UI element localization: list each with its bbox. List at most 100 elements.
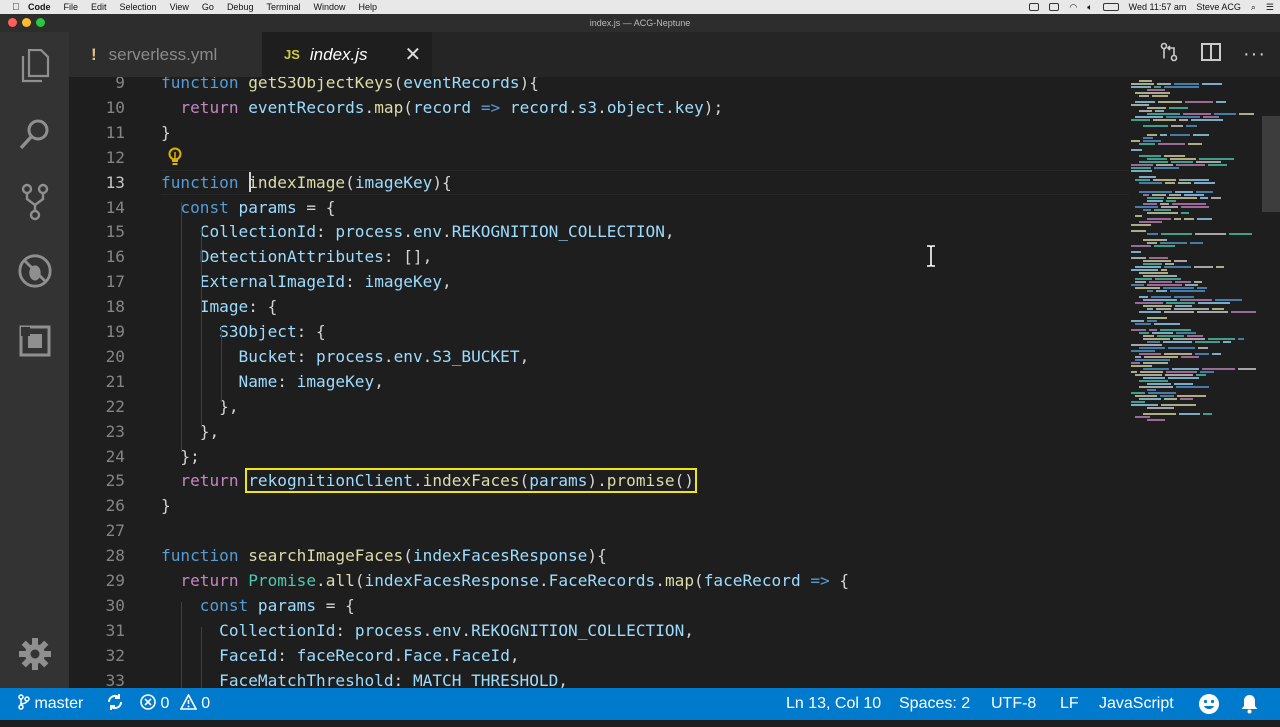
spotlight-search-icon[interactable]: ⌕ xyxy=(1251,2,1256,13)
minimap-line xyxy=(1131,149,1142,151)
menu-go[interactable]: Go xyxy=(202,2,214,12)
search-icon[interactable] xyxy=(17,116,53,152)
menu-help[interactable]: Help xyxy=(359,2,378,12)
menu-selection[interactable]: Selection xyxy=(120,2,157,12)
minimap[interactable] xyxy=(1131,80,1261,430)
line-number: 24 xyxy=(105,446,125,466)
extensions-icon[interactable] xyxy=(17,323,53,359)
zoom-window-button[interactable] xyxy=(36,18,45,27)
minimap-line xyxy=(1166,371,1197,373)
close-tab-icon[interactable]: ✕ xyxy=(405,42,422,67)
code-line[interactable]: 24 }; xyxy=(69,444,1129,469)
code-line[interactable]: 19 S3Object: { xyxy=(69,319,1129,344)
minimap-line xyxy=(1155,110,1164,112)
minimap-line xyxy=(1143,368,1169,370)
display-icon[interactable] xyxy=(1049,3,1060,11)
code-line[interactable]: 25 return rekognitionClient.indexFaces(p… xyxy=(69,468,1129,494)
minimap-line xyxy=(1202,368,1235,370)
code-line[interactable]: 31 CollectionId: process.env.REKOGNITION… xyxy=(69,618,1129,643)
code-line[interactable]: 10 return eventRecords.map(record => rec… xyxy=(69,95,1129,120)
menu-edit[interactable]: Edit xyxy=(91,2,107,12)
split-editor-icon[interactable] xyxy=(1201,43,1222,66)
minimize-window-button[interactable] xyxy=(22,18,31,27)
error-count: 0 xyxy=(160,695,170,712)
file-encoding[interactable]: UTF-8 xyxy=(991,688,1036,720)
code-token: . xyxy=(442,222,452,242)
more-actions-icon[interactable]: ··· xyxy=(1243,43,1266,66)
code-text: function indexImage(imageKey){ xyxy=(161,170,452,195)
code-line[interactable]: 12 xyxy=(69,145,1129,170)
code-token: . xyxy=(597,97,607,117)
menubar-clock[interactable]: Wed 11:57 am xyxy=(1129,2,1187,12)
menu-debug[interactable]: Debug xyxy=(227,2,254,12)
volume-icon[interactable]: 🔈︎ xyxy=(1087,2,1092,13)
open-changes-icon[interactable] xyxy=(1159,42,1179,67)
code-line[interactable]: 11} xyxy=(69,120,1129,145)
notification-center-icon[interactable]: ☰ xyxy=(1266,2,1274,13)
debug-icon[interactable] xyxy=(17,253,53,289)
code-line[interactable]: 13 function indexImage(imageKey){ xyxy=(69,169,1129,195)
settings-gear-icon[interactable] xyxy=(17,636,53,672)
tab-serverless-yml[interactable]: ! serverless.yml xyxy=(69,32,262,77)
language-mode[interactable]: JavaScript xyxy=(1099,688,1174,720)
sync-icon[interactable] xyxy=(106,688,124,720)
minimap-line xyxy=(1181,212,1189,214)
code-line[interactable]: 14 const params = { xyxy=(69,195,1129,220)
code-line[interactable]: 18 Image: { xyxy=(69,294,1129,319)
code-line[interactable]: 9 function getS3ObjectKeys(eventRecords){ xyxy=(69,77,1129,95)
code-line[interactable]: 26} xyxy=(69,493,1129,518)
code-editor[interactable]: 9 function getS3ObjectKeys(eventRecords){… xyxy=(69,77,1280,688)
end-of-line[interactable]: LF xyxy=(1060,688,1079,720)
code-line[interactable]: 30 const params = { xyxy=(69,593,1129,618)
code-token: : xyxy=(277,371,297,391)
apple-logo-icon[interactable]:  xyxy=(12,2,28,13)
minimap-line xyxy=(1216,101,1226,103)
minimap-line xyxy=(1139,221,1162,223)
code-line[interactable]: 15 CollectionId: process.env.REKOGNITION… xyxy=(69,219,1129,244)
minimap-line xyxy=(1172,368,1199,370)
menu-app-name[interactable]: Code xyxy=(28,2,51,12)
cursor-position[interactable]: Ln 13, Col 10 xyxy=(786,688,881,720)
explorer-icon[interactable] xyxy=(17,48,53,84)
lightbulb-icon[interactable] xyxy=(167,147,183,171)
code-line[interactable]: 16 DetectionAttributes: [], xyxy=(69,244,1129,269)
code-line[interactable]: 21 Name: imageKey, xyxy=(69,369,1129,394)
minimap-line xyxy=(1175,281,1191,283)
minimap-line xyxy=(1139,161,1168,163)
code-line[interactable]: 33 FaceMatchThreshold: MATCH_THRESHOLD, xyxy=(69,668,1129,688)
minimap-line xyxy=(1148,392,1176,394)
code-line[interactable]: 20 Bucket: process.env.S3_BUCKET, xyxy=(69,344,1129,369)
code-line[interactable]: 17 ExternalImageId: imageKey, xyxy=(69,269,1129,294)
indentation-setting[interactable]: Spaces: 2 xyxy=(899,688,970,720)
screen-mirror-icon[interactable] xyxy=(1029,3,1040,11)
branch-indicator[interactable]: master xyxy=(18,688,83,720)
code-line[interactable]: 29 return Promise.all(indexFacesResponse… xyxy=(69,568,1129,593)
code-line[interactable]: 22 }, xyxy=(69,394,1129,419)
code-line[interactable]: 27 xyxy=(69,518,1129,543)
source-control-icon[interactable] xyxy=(17,183,53,221)
minimap-line xyxy=(1135,374,1162,376)
menu-file[interactable]: File xyxy=(64,2,79,12)
problems-indicator[interactable]: 0 0 xyxy=(140,688,210,720)
minimap-line xyxy=(1131,284,1144,286)
code-line[interactable]: 28 function searchImageFaces(indexFacesRe… xyxy=(69,543,1129,568)
code-token: }, xyxy=(161,421,220,441)
menu-window[interactable]: Window xyxy=(313,2,345,12)
feedback-smiley-icon[interactable] xyxy=(1198,693,1220,715)
menubar-user[interactable]: Steve ACG xyxy=(1196,2,1241,12)
notifications-bell-icon[interactable] xyxy=(1240,694,1259,714)
menu-terminal[interactable]: Terminal xyxy=(266,2,300,12)
menu-view[interactable]: View xyxy=(170,2,189,12)
minimap-line xyxy=(1140,371,1163,373)
vertical-scrollbar-thumb[interactable] xyxy=(1262,116,1280,212)
code-line[interactable]: 32 FaceId: faceRecord.Face.FaceId, xyxy=(69,643,1129,668)
code-line[interactable]: 23 }, xyxy=(69,419,1129,444)
error-icon xyxy=(140,694,160,712)
minimap-line xyxy=(1143,338,1170,340)
minimap-line xyxy=(1194,281,1202,283)
wifi-icon[interactable]: ◠ xyxy=(1069,2,1077,13)
code-token: eventRecords xyxy=(248,97,365,117)
tab-index-js[interactable]: JS index.js ✕ xyxy=(262,32,432,77)
close-window-button[interactable] xyxy=(8,18,17,27)
battery-icon[interactable] xyxy=(1102,3,1119,11)
